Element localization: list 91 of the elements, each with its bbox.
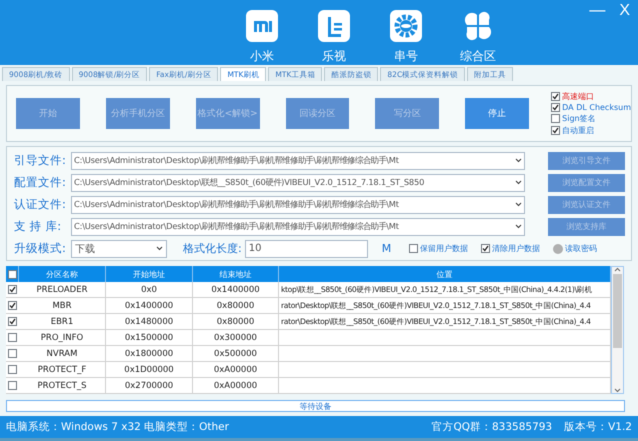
browse-button[interactable]: 浏览认证文件 — [548, 196, 625, 214]
chevron-down-icon — [515, 180, 522, 185]
chevron-down-icon — [515, 202, 522, 207]
column-header[interactable]: 位置 — [279, 266, 611, 282]
option-label: 读取密码 — [565, 243, 598, 254]
close-button[interactable]: X — [619, 2, 630, 20]
chevron-up-icon[interactable] — [614, 267, 621, 272]
footer-info: 官方QQ群：833585793 — [431, 420, 552, 434]
table-cell: 0x300000 — [193, 330, 279, 346]
field-label: 支 持 库: — [14, 219, 62, 234]
radio-button[interactable] — [553, 244, 564, 254]
tile-icon — [246, 10, 278, 42]
mode-dropdown[interactable]: 下载 — [71, 240, 167, 258]
scrollbar[interactable] — [611, 266, 624, 394]
checkbox[interactable] — [551, 103, 560, 112]
table-cell: 0x80000 — [193, 314, 279, 330]
nav-item[interactable]: 综合区 — [442, 0, 514, 65]
browse-button[interactable]: 浏览引导文件 — [548, 152, 625, 170]
nav-item[interactable]: 串号 — [370, 0, 442, 65]
table-cell: PROTECT_F — [19, 362, 106, 378]
table-cell: PRELOADER — [19, 282, 106, 298]
checkbox[interactable] — [551, 126, 560, 135]
table-cell: 0xA00000 — [193, 362, 279, 378]
table-cell: 0x80000 — [193, 298, 279, 314]
clover-icon — [462, 10, 494, 42]
table-cell: EBR1 — [19, 314, 106, 330]
browse-button[interactable]: 浏览配置文件 — [548, 174, 625, 192]
path-dropdown[interactable]: C:\Users\Administrator\Desktop\刷机帮维修助手\刷机帮维修助手\刷机帮维修综合助手\Mt — [71, 196, 525, 214]
table-cell: 0x1400000 — [106, 298, 193, 314]
table-cell: PROTECT_S — [19, 378, 106, 394]
table-cell: PRO_INFO — [19, 330, 106, 346]
table-cell: 0xA00000 — [193, 378, 279, 394]
checkbox[interactable] — [8, 349, 17, 358]
table-cell: 0x500000 — [193, 346, 279, 362]
table-cell: MBR — [19, 298, 106, 314]
option-label: DA DL Checksum — [562, 103, 631, 112]
browse-button[interactable]: 浏览支持库 — [548, 218, 625, 236]
column-header[interactable]: 开始地址 — [106, 266, 193, 282]
field-label: 认证文件: — [14, 197, 67, 212]
nav-label: 乐视 — [322, 48, 346, 65]
nav-label: 综合区 — [460, 48, 496, 65]
option-label: 高速端口 — [562, 91, 594, 102]
field-label: 引导文件: — [14, 153, 67, 168]
path-dropdown[interactable]: C:\Users\Administrator\Desktop\刷机帮维修助手\刷机帮维修助手\刷机帮维修综合助手\Mt — [71, 218, 525, 236]
checkbox[interactable] — [8, 301, 17, 310]
table-cell: 0x1D00000 — [106, 362, 193, 378]
table-cell: 0x1480000 — [106, 314, 193, 330]
path-dropdown[interactable]: C:\Users\Administrator\Desktop\联想__S850t_(60硬件)VIBEUI_V2.0_1512_7.18.1_ST_S850 — [71, 174, 525, 192]
status-bar: 等待设备 — [6, 400, 625, 412]
option-label: 自动重启 — [562, 125, 594, 136]
action-button[interactable]: 停止 — [465, 98, 530, 129]
nav-label: 小米 — [250, 48, 274, 65]
unit-label: M — [382, 242, 392, 255]
option-label: Sign签名 — [562, 113, 596, 124]
chevron-down-icon[interactable] — [614, 388, 621, 393]
gear-icon — [390, 10, 422, 42]
option-label: 清除用户数据 — [492, 243, 540, 254]
system-info: 电脑系统：Windows 7 x32 电脑类型：Other — [6, 420, 229, 434]
table-cell: 0x2700000 — [106, 378, 193, 394]
checkbox[interactable] — [8, 317, 17, 326]
table-cell: NVRAM — [19, 346, 106, 362]
nav-item[interactable]: 乐视 — [298, 0, 370, 65]
minimize-button[interactable]: — — [589, 2, 606, 20]
checkbox[interactable] — [8, 333, 17, 342]
field-label: 升级模式: — [14, 241, 67, 256]
checkbox[interactable] — [8, 270, 16, 278]
checkbox[interactable] — [8, 365, 17, 374]
checkbox[interactable] — [8, 285, 17, 294]
field-label: 配置文件: — [14, 175, 67, 190]
checkbox[interactable] — [551, 114, 560, 123]
nav-label: 串号 — [394, 48, 418, 65]
path-dropdown[interactable]: C:\Users\Administrator\Desktop\刷机帮维修助手\刷机帮维修助手\刷机帮维修综合助手\Mt — [71, 152, 525, 170]
chevron-down-icon — [515, 158, 522, 163]
footer-info: 版本号：V1.2 — [564, 420, 632, 434]
table-cell: 0x1500000 — [106, 330, 193, 346]
checkbox[interactable] — [551, 92, 560, 101]
length-field[interactable]: 10 — [244, 240, 368, 258]
checkbox[interactable] — [481, 244, 490, 253]
checkbox[interactable] — [409, 244, 418, 253]
option-label: 保留用户数据 — [420, 243, 468, 254]
tile-icon — [318, 10, 350, 42]
field-label: 格式化长度: — [183, 241, 242, 256]
table-cell: 0x0 — [106, 282, 193, 298]
column-header[interactable]: 结束地址 — [193, 266, 279, 282]
chevron-down-icon — [156, 246, 163, 251]
checkbox[interactable] — [8, 381, 17, 390]
nav-item[interactable]: 小米 — [226, 0, 298, 65]
table-cell: 0x1400000 — [193, 282, 279, 298]
column-header[interactable]: 分区名称 — [19, 266, 106, 282]
table-cell: 0x1800000 — [106, 346, 193, 362]
chevron-down-icon — [515, 224, 522, 229]
